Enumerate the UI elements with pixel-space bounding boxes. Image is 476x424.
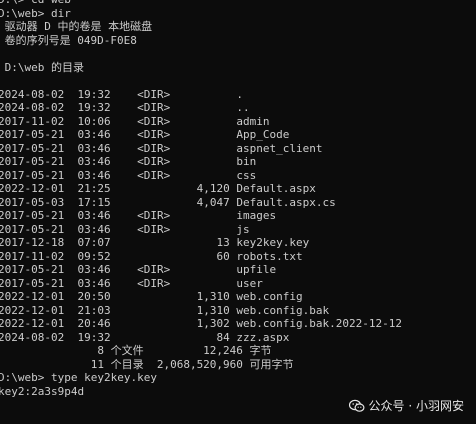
console-line: 2017-05-21 03:46 <DIR> css	[0, 168, 257, 182]
console-line: 2022-12-01 20:46 1,302 web.config.bak.20…	[0, 317, 402, 330]
console-line: 2022-12-01 21:25 4,120 Default.aspx	[0, 182, 316, 195]
console-window[interactable]: D:\> cd webD:\web> dir 驱动器 D 中的卷是 本地磁盘 卷…	[0, 0, 476, 424]
console-line: 2022-12-01 20:50 1,310 web.config	[0, 290, 303, 303]
console-line: 2017-12-18 07:07 13 key2key.key	[0, 236, 310, 249]
console-line: 2017-05-21 03:46 <DIR> aspnet_client	[0, 141, 323, 155]
console-line: 2017-05-21 03:46 <DIR> upfile	[0, 263, 277, 276]
console-line: D:\web 的目录	[0, 60, 84, 74]
watermark: 公众号 · 小羽网安	[344, 396, 468, 415]
console-line: D:\web> dir	[0, 6, 71, 20]
wechat-icon	[348, 399, 365, 413]
console-line: 2017-05-21 03:46 <DIR> App_Code	[0, 128, 290, 141]
console-line: 2017-05-21 03:46 <DIR> bin	[0, 155, 257, 168]
console-line: 11 个目录 2,068,520,960 可用字节	[0, 357, 294, 371]
console-line: 2022-12-01 21:03 1,310 web.config.bak	[0, 303, 330, 317]
console-line: 2024-08-02 19:32 <DIR> .	[0, 87, 244, 101]
console-line: 2017-05-21 03:46 <DIR> images	[0, 209, 277, 222]
console-line: 2017-05-21 03:46 <DIR> js	[0, 222, 250, 236]
console-line: key2:2a3s9p4d	[0, 384, 85, 398]
console-line: 8 个文件 12,246 字节	[0, 344, 272, 357]
console-line: 卷的序列号是 049D-F0E8	[0, 33, 137, 47]
console-line: 2024-08-02 19:32 <DIR> ..	[0, 101, 250, 114]
console-line: 2017-11-02 09:52 60 robots.txt	[0, 249, 303, 263]
console-line: 驱动器 D 中的卷是 本地磁盘	[0, 20, 153, 33]
console-line: 2017-05-03 17:15 4,047 Default.aspx.cs	[0, 195, 336, 209]
watermark-text: 公众号 · 小羽网安	[368, 399, 464, 413]
console-line: D:\web> type key2key.key	[0, 371, 157, 384]
console-line: 2017-11-02 10:06 <DIR> admin	[0, 114, 270, 128]
console-line: 2024-08-02 19:32 84 zzz.aspx	[0, 330, 290, 344]
console-line: 2017-05-21 03:46 <DIR> user	[0, 276, 263, 290]
